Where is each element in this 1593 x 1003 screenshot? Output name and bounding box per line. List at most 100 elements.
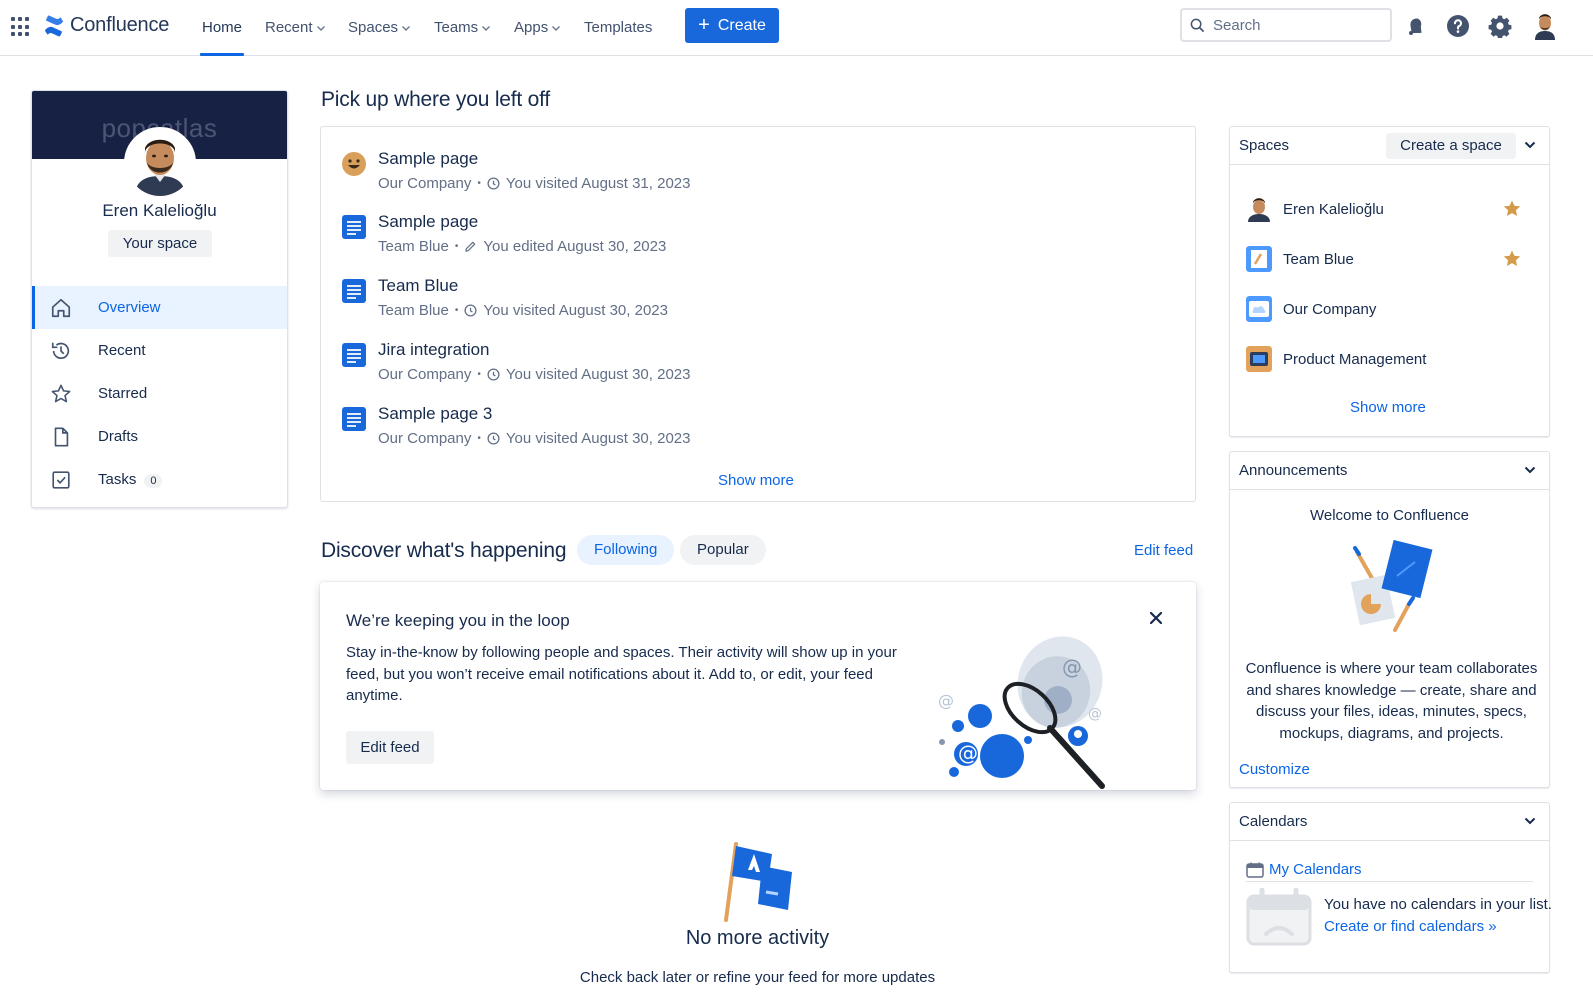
recent-item-space: Our Company: [378, 175, 472, 192]
recent-item-space: Team Blue: [378, 238, 449, 255]
sidebar-item-label-wrap: Tasks 0: [98, 471, 163, 488]
help-icon[interactable]: [1446, 14, 1470, 38]
sidebar-item-starred[interactable]: Starred: [32, 372, 287, 415]
edit-feed-link[interactable]: Edit feed: [1134, 542, 1193, 559]
search-input[interactable]: [1213, 16, 1373, 34]
home-icon: [51, 298, 71, 317]
customize-link[interactable]: Customize: [1239, 761, 1310, 778]
sidebar-item-tasks[interactable]: Tasks 0: [32, 458, 287, 501]
keep-in-loop-card: We’re keeping you in the loop Stay in-th…: [320, 582, 1196, 790]
calendars-card: Calendars My Calendars You have no calen…: [1229, 802, 1552, 973]
profile-card: popcatlas Eren Kalelioğlu Your space Ove…: [31, 90, 288, 508]
calendars-empty-text: You have no calendars in your list.: [1324, 896, 1552, 913]
space-item-name: Product Management: [1283, 350, 1427, 368]
svg-text:@: @: [1088, 706, 1102, 722]
clock-icon: [464, 304, 477, 317]
flag-illustration: [724, 842, 792, 922]
settings-icon[interactable]: [1488, 14, 1512, 38]
nav-spaces[interactable]: Spaces: [348, 0, 411, 56]
tab-popular[interactable]: Popular: [680, 535, 766, 565]
recent-show-more-link[interactable]: Show more: [718, 472, 794, 489]
announcement-heading: Welcome to Confluence: [1310, 507, 1469, 524]
my-calendars-link[interactable]: My Calendars: [1246, 858, 1533, 882]
chevron-down-icon: [552, 25, 561, 31]
clock-icon: [487, 432, 500, 445]
butterfly-net-illustration: @ @ @ @: [938, 636, 1105, 789]
recent-item-meta: Our Company • You visited August 31, 2023: [378, 175, 690, 192]
recent-item-meta: Our Company • You visited August 30, 2023: [378, 366, 690, 383]
starred-icon[interactable]: [1502, 199, 1522, 219]
sidebar-item-label: Drafts: [98, 428, 139, 445]
plus-icon: +: [698, 13, 710, 36]
draft-icon: [54, 426, 69, 447]
search-box[interactable]: [1180, 8, 1392, 42]
create-space-button[interactable]: Create a space: [1386, 133, 1516, 159]
spaces-card-title: Spaces: [1239, 137, 1290, 154]
notifications-icon[interactable]: [1403, 14, 1427, 38]
tab-following[interactable]: Following: [577, 535, 675, 565]
recent-heading: Pick up where you left off: [321, 88, 551, 111]
meta-separator: •: [454, 305, 459, 316]
search-icon: [1190, 18, 1205, 32]
nav-teams[interactable]: Teams: [434, 0, 491, 56]
nav-home-label: Home: [202, 19, 243, 36]
nav-apps-label: Apps: [514, 19, 549, 36]
chevron-down-icon[interactable]: [1524, 817, 1536, 825]
calendars-empty-message: You have no calendars in your list. Crea…: [1324, 894, 1552, 937]
chevron-down-icon: [402, 25, 411, 31]
announcements-title: Announcements: [1239, 462, 1348, 479]
nav-home[interactable]: Home: [199, 0, 245, 56]
sidebar-item-label: Recent: [98, 342, 146, 359]
sidebar-item-drafts[interactable]: Drafts: [32, 415, 287, 458]
profile-name: Eren Kalelioğlu: [102, 201, 217, 220]
edit-feed-button[interactable]: Edit feed: [346, 731, 434, 764]
recent-item-action: You visited August 31, 2023: [505, 175, 691, 192]
space-item-team-blue[interactable]: Team Blue: [1246, 244, 1536, 274]
chevron-down-icon[interactable]: [1524, 466, 1536, 474]
calendars-card-header[interactable]: Calendars: [1230, 803, 1549, 841]
page-icon: [342, 215, 366, 239]
app-switcher-icon[interactable]: [11, 17, 31, 37]
profile-avatar-large[interactable]: [124, 127, 196, 199]
announcement-text: Confluence is where your team collaborat…: [1245, 660, 1538, 742]
confluence-logo[interactable]: Confluence: [43, 14, 169, 37]
sidebar-item-overview[interactable]: Overview: [32, 286, 287, 329]
empty-calendar-icon: [1246, 888, 1312, 946]
task-icon: [52, 470, 70, 489]
space-item-eren[interactable]: Eren Kalelioğlu: [1246, 194, 1536, 224]
recent-item-title: Team Blue: [378, 276, 459, 295]
nav-templates-label: Templates: [584, 19, 653, 36]
nav-recent[interactable]: Recent: [265, 0, 325, 56]
nav-apps[interactable]: Apps: [514, 0, 561, 56]
discover-heading: Discover what's happening: [321, 539, 567, 562]
spaces-card-header: Spaces Create a space: [1230, 127, 1549, 165]
chevron-down-icon: [482, 25, 491, 31]
profile-avatar[interactable]: [1532, 12, 1558, 40]
create-button[interactable]: + Create: [685, 8, 779, 43]
space-item-name: Team Blue: [1283, 250, 1354, 268]
close-icon[interactable]: [1147, 609, 1165, 627]
svg-text:@: @: [958, 741, 978, 765]
recent-item-action: You edited August 30, 2023: [483, 238, 667, 255]
announcements-card-header[interactable]: Announcements: [1230, 452, 1549, 490]
space-item-our-company[interactable]: Our Company: [1246, 294, 1536, 324]
my-calendars-label: My Calendars: [1269, 861, 1362, 878]
create-button-label: Create: [717, 16, 766, 34]
sidebar-item-recent[interactable]: Recent: [32, 329, 287, 372]
chevron-down-icon[interactable]: [1524, 141, 1536, 149]
page-icon: [342, 407, 366, 431]
top-navigation: Confluence Home Recent Spaces Teams Apps…: [0, 0, 1593, 56]
space-item-name: Eren Kalelioğlu: [1283, 200, 1384, 218]
tasks-count-badge: 0: [144, 474, 163, 488]
nav-templates[interactable]: Templates: [584, 0, 652, 56]
starred-icon[interactable]: [1502, 249, 1522, 269]
your-space-button[interactable]: Your space: [108, 230, 212, 257]
logo-text: Confluence: [70, 14, 170, 36]
loop-title: We’re keeping you in the loop: [346, 611, 570, 630]
emoji-icon: [342, 152, 366, 176]
create-find-calendars-link[interactable]: Create or find calendars »: [1324, 918, 1497, 935]
space-item-product-management[interactable]: Product Management: [1246, 344, 1536, 374]
pencil-icon: [465, 241, 476, 252]
spaces-show-more-link[interactable]: Show more: [1350, 399, 1426, 416]
sidebar-item-label: Overview: [98, 299, 161, 316]
